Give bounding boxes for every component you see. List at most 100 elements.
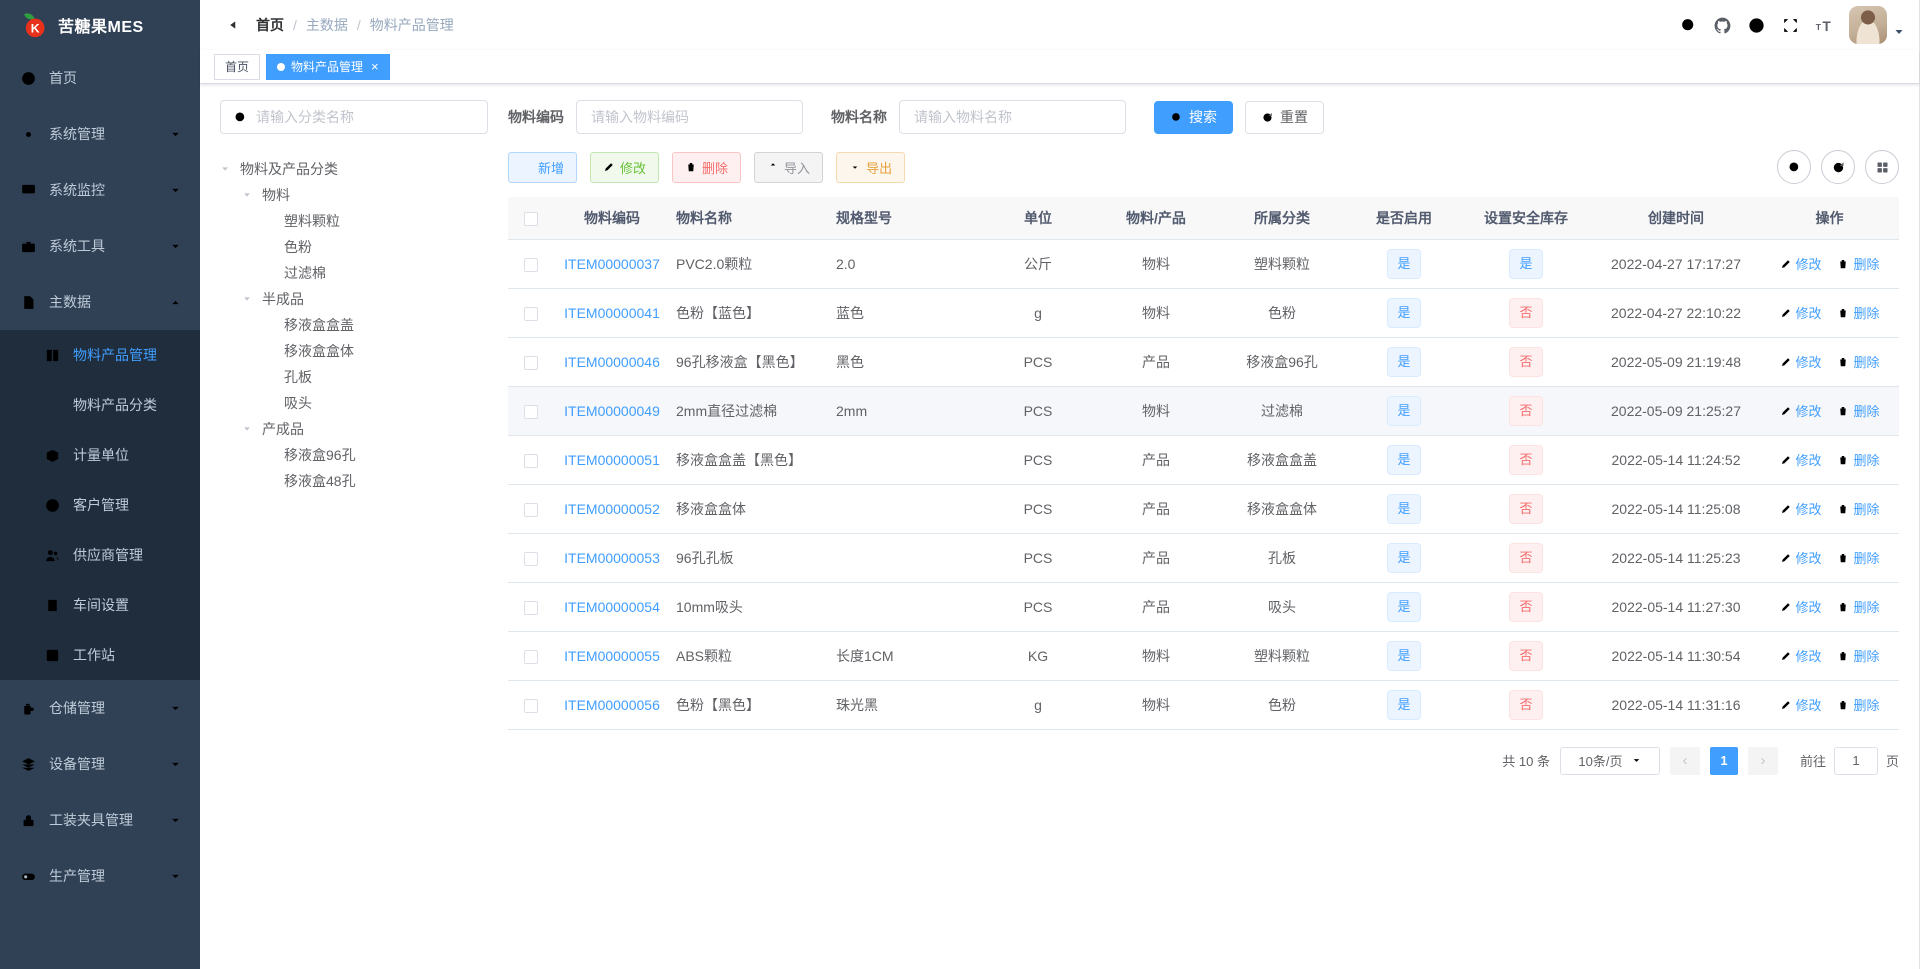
- tab-close-icon[interactable]: ×: [371, 60, 379, 73]
- sidebar-subitem[interactable]: 计量单位: [0, 430, 200, 480]
- material-code-link[interactable]: ITEM00000037: [564, 256, 660, 272]
- tree-node[interactable]: 移液盒盒盖: [220, 312, 488, 338]
- tree-node[interactable]: 移液盒96孔: [220, 442, 488, 468]
- tree-node[interactable]: 移液盒48孔: [220, 468, 488, 494]
- tree-node[interactable]: 物料及产品分类: [220, 156, 488, 182]
- row-checkbox[interactable]: [524, 551, 538, 566]
- sidebar-item[interactable]: 工装夹具管理: [0, 792, 200, 848]
- sidebar-subitem[interactable]: 客户管理: [0, 480, 200, 530]
- row-edit-button[interactable]: 修改: [1780, 450, 1822, 469]
- row-checkbox[interactable]: [524, 502, 538, 517]
- nav-icon-button[interactable]: [1773, 8, 1807, 42]
- reset-button[interactable]: 重置: [1245, 100, 1324, 134]
- sidebar-subitem[interactable]: 车间设置: [0, 580, 200, 630]
- row-edit-button[interactable]: 修改: [1780, 695, 1822, 714]
- sidebar-item[interactable]: 生产管理: [0, 848, 200, 904]
- tree-search-input[interactable]: [256, 109, 475, 125]
- search-button[interactable]: 搜索: [1154, 100, 1233, 134]
- nav-icon-button[interactable]: [1739, 8, 1773, 42]
- toolbar-button[interactable]: 删除: [672, 151, 742, 183]
- sidebar-item[interactable]: 首页: [0, 50, 200, 106]
- tab-material-product[interactable]: 物料产品管理 ×: [266, 53, 390, 80]
- sidebar-item[interactable]: 系统监控: [0, 162, 200, 218]
- app-logo[interactable]: 苦糖果MES: [0, 0, 200, 50]
- material-code-link[interactable]: ITEM00000041: [564, 305, 660, 321]
- row-delete-button[interactable]: 删除: [1837, 548, 1879, 567]
- sidebar-item[interactable]: 系统管理: [0, 106, 200, 162]
- user-avatar[interactable]: [1849, 6, 1887, 44]
- row-delete-button[interactable]: 删除: [1837, 352, 1879, 371]
- tree-node[interactable]: 移液盒盒体: [220, 338, 488, 364]
- toolbar-button[interactable]: 导出: [836, 151, 906, 183]
- material-code-link[interactable]: ITEM00000056: [564, 697, 660, 713]
- material-name-input[interactable]: [899, 100, 1126, 134]
- material-code-link[interactable]: ITEM00000054: [564, 599, 660, 615]
- row-edit-button[interactable]: 修改: [1780, 597, 1822, 616]
- row-edit-button[interactable]: 修改: [1780, 303, 1822, 322]
- tree-node[interactable]: 过滤棉: [220, 260, 488, 286]
- select-all-checkbox[interactable]: [524, 211, 538, 226]
- page-number-1[interactable]: 1: [1709, 746, 1738, 775]
- row-delete-button[interactable]: 删除: [1837, 597, 1879, 616]
- caret-down-icon[interactable]: [1893, 26, 1905, 38]
- row-delete-button[interactable]: 删除: [1837, 254, 1879, 273]
- material-code-link[interactable]: ITEM00000049: [564, 403, 660, 419]
- sidebar-item[interactable]: 设备管理: [0, 736, 200, 792]
- nav-icon-button[interactable]: [1705, 8, 1739, 42]
- material-code-link[interactable]: ITEM00000053: [564, 550, 660, 566]
- toolbar-button[interactable]: 修改: [590, 151, 660, 183]
- sidebar-item[interactable]: 仓储管理: [0, 680, 200, 736]
- sidebar-subitem[interactable]: 工作站: [0, 630, 200, 680]
- material-code-link[interactable]: ITEM00000046: [564, 354, 660, 370]
- sidebar-subitem[interactable]: 物料产品分类: [0, 380, 200, 430]
- tree-node[interactable]: 色粉: [220, 234, 488, 260]
- row-edit-button[interactable]: 修改: [1780, 254, 1822, 273]
- row-delete-button[interactable]: 删除: [1837, 450, 1879, 469]
- row-delete-button[interactable]: 删除: [1837, 303, 1879, 322]
- row-checkbox[interactable]: [524, 404, 538, 419]
- sidebar-item[interactable]: 系统工具: [0, 218, 200, 274]
- row-checkbox[interactable]: [524, 698, 538, 713]
- next-page-button[interactable]: ›: [1747, 746, 1778, 775]
- row-checkbox[interactable]: [524, 453, 538, 468]
- page-size-select[interactable]: 10条/页: [1559, 746, 1660, 775]
- row-delete-button[interactable]: 删除: [1837, 695, 1879, 714]
- table-tool-button[interactable]: [1777, 150, 1811, 184]
- breadcrumb-home[interactable]: 首页: [256, 15, 284, 35]
- row-checkbox[interactable]: [524, 600, 538, 615]
- nav-icon-button[interactable]: [1807, 8, 1841, 42]
- table-tool-button[interactable]: [1865, 150, 1899, 184]
- row-delete-button[interactable]: 删除: [1837, 499, 1879, 518]
- toolbar-button[interactable]: 新增: [508, 151, 578, 183]
- row-edit-button[interactable]: 修改: [1780, 352, 1822, 371]
- material-code-link[interactable]: ITEM00000052: [564, 501, 660, 517]
- prev-page-button[interactable]: ‹: [1669, 746, 1700, 775]
- table-tool-button[interactable]: [1821, 150, 1855, 184]
- row-checkbox[interactable]: [524, 257, 538, 272]
- nav-icon-button[interactable]: [1671, 8, 1705, 42]
- sidebar-item[interactable]: 主数据: [0, 274, 200, 330]
- row-delete-button[interactable]: 删除: [1837, 401, 1879, 420]
- material-code-input[interactable]: [576, 100, 803, 134]
- tree-node[interactable]: 产成品: [220, 416, 488, 442]
- row-checkbox[interactable]: [524, 649, 538, 664]
- goto-page-input[interactable]: [1833, 746, 1878, 775]
- tree-node[interactable]: 半成品: [220, 286, 488, 312]
- tab-home[interactable]: 首页: [214, 53, 261, 80]
- row-delete-button[interactable]: 删除: [1837, 646, 1879, 665]
- row-edit-button[interactable]: 修改: [1780, 646, 1822, 665]
- row-checkbox[interactable]: [524, 355, 538, 370]
- material-code-link[interactable]: ITEM00000051: [564, 452, 660, 468]
- tree-node[interactable]: 塑料颗粒: [220, 208, 488, 234]
- tree-node[interactable]: 物料: [220, 182, 488, 208]
- row-edit-button[interactable]: 修改: [1780, 499, 1822, 518]
- sidebar-fold-icon[interactable]: [216, 14, 238, 36]
- row-edit-button[interactable]: 修改: [1780, 401, 1822, 420]
- material-code-link[interactable]: ITEM00000055: [564, 648, 660, 664]
- sidebar-subitem[interactable]: 物料产品管理: [0, 330, 200, 380]
- row-checkbox[interactable]: [524, 306, 538, 321]
- row-edit-button[interactable]: 修改: [1780, 548, 1822, 567]
- tree-node[interactable]: 吸头: [220, 390, 488, 416]
- tree-node[interactable]: 孔板: [220, 364, 488, 390]
- toolbar-button[interactable]: 导入: [754, 151, 824, 183]
